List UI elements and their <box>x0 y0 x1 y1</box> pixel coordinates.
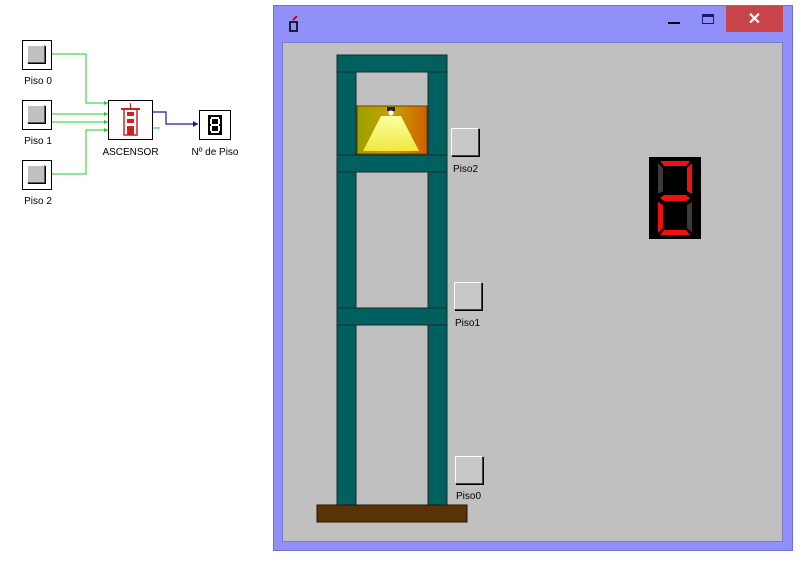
segment-f <box>658 163 663 194</box>
minimize-button[interactable] <box>658 6 690 32</box>
app-window: ✕ Piso2 Piso1 Piso0 <box>273 5 793 551</box>
input-label-piso-2: Piso 2 <box>24 196 52 207</box>
floor-button-piso1[interactable] <box>454 282 482 310</box>
segment-e <box>658 202 663 233</box>
floor-button-piso0[interactable] <box>455 456 483 484</box>
floor-label-piso2: Piso2 <box>453 164 479 175</box>
input-block-piso-1[interactable] <box>22 100 52 130</box>
display-label: Nº de Piso <box>191 147 239 158</box>
button-icon <box>27 45 45 63</box>
maximize-icon <box>702 14 714 24</box>
app-logo-icon <box>289 16 298 32</box>
button-icon <box>27 105 45 123</box>
maximize-button[interactable] <box>692 6 724 32</box>
controller-block[interactable] <box>108 100 153 140</box>
segment-g <box>660 195 690 201</box>
building-shaft <box>316 54 468 523</box>
segment-a <box>660 161 690 166</box>
input-block-piso-0[interactable] <box>22 40 52 70</box>
close-button[interactable]: ✕ <box>726 6 783 32</box>
seven-segment-icon <box>208 115 222 135</box>
controller-label: ASCENSOR <box>102 147 159 158</box>
seven-segment-display <box>649 157 701 239</box>
minimize-icon <box>668 22 680 24</box>
display-block[interactable] <box>199 110 231 140</box>
segment-c <box>687 202 692 233</box>
input-block-piso-2[interactable] <box>22 160 52 190</box>
floor-button-piso2[interactable] <box>451 128 479 156</box>
elevator-icon <box>121 103 140 136</box>
input-label-piso-1: Piso 1 <box>24 136 52 147</box>
segment-b <box>687 163 692 194</box>
window-client-area: Piso2 Piso1 Piso0 <box>282 42 783 542</box>
button-icon <box>27 165 45 183</box>
floor-label-piso1: Piso1 <box>455 318 481 329</box>
input-label-piso-0: Piso 0 <box>24 76 52 87</box>
floor-label-piso0: Piso0 <box>456 491 482 502</box>
titlebar: ✕ <box>274 6 792 36</box>
elevator-cabin <box>356 105 428 155</box>
segment-d <box>660 230 690 235</box>
close-icon: ✕ <box>747 11 762 28</box>
